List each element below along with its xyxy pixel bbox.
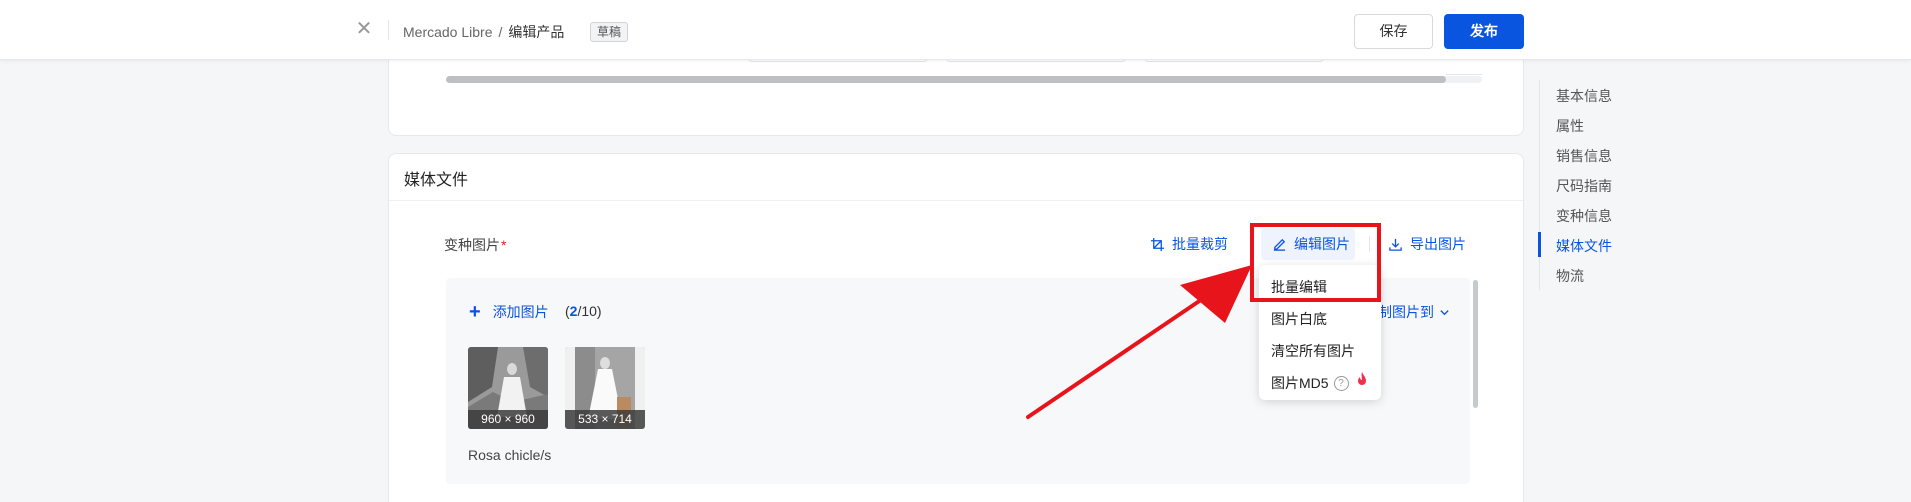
- count-rest: /10): [577, 303, 602, 319]
- export-images-button[interactable]: 导出图片: [1388, 234, 1466, 254]
- annotation-arrow-icon: [1026, 265, 1252, 419]
- download-icon: [1389, 238, 1402, 251]
- menu-item-image-md5[interactable]: 图片MD5 ?: [1271, 372, 1368, 393]
- top-bar: ✕ Mercado Libre / 编辑产品 草稿 保存 发布: [0, 0, 1911, 60]
- section-nav-active-indicator: [1538, 232, 1541, 257]
- crop-icon: [1150, 237, 1165, 251]
- batch-crop-label: 批量裁剪: [1172, 236, 1228, 252]
- close-icon[interactable]: ✕: [354, 17, 374, 41]
- variant-name: Rosa chicle/s: [468, 447, 552, 463]
- breadcrumb: Mercado Libre / 编辑产品: [403, 22, 564, 42]
- chevron-down-icon: [1440, 309, 1449, 315]
- flame-icon: [1357, 372, 1366, 385]
- image-count: (2/10): [565, 303, 602, 319]
- nav-item-sales-info[interactable]: 销售信息: [1556, 146, 1612, 166]
- vertical-scrollbar[interactable]: [1473, 280, 1478, 408]
- image-thumbnail[interactable]: 960 × 960: [468, 347, 548, 429]
- publish-button[interactable]: 发布: [1444, 14, 1524, 49]
- add-image-label: 添加图片: [492, 304, 549, 320]
- nav-item-size-guide[interactable]: 尺码指南: [1556, 176, 1612, 196]
- breadcrumb-store[interactable]: Mercado Libre: [403, 24, 493, 40]
- menu-item-white-background[interactable]: 图片白底: [1271, 309, 1327, 329]
- variant-images-label: 变种图片*: [444, 235, 506, 255]
- save-button[interactable]: 保存: [1354, 14, 1433, 49]
- add-image-button[interactable]: + 添加图片: [469, 302, 549, 322]
- image-dimensions: 960 × 960: [468, 410, 548, 429]
- copy-images-to-button[interactable]: 制图片到: [1378, 302, 1450, 322]
- image-thumbnail[interactable]: 533 × 714: [565, 347, 645, 429]
- nav-item-basic-info[interactable]: 基本信息: [1556, 86, 1612, 106]
- section-title: 媒体文件: [404, 172, 469, 189]
- header-divider: [388, 20, 389, 40]
- variant-images-label-text: 变种图片: [444, 237, 500, 253]
- nav-item-media-files[interactable]: 媒体文件: [1556, 236, 1612, 256]
- help-icon[interactable]: ?: [1333, 375, 1349, 391]
- section-nav-track: [1539, 80, 1540, 290]
- plus-icon: +: [469, 301, 481, 323]
- nav-item-logistics[interactable]: 物流: [1556, 266, 1584, 286]
- export-images-label: 导出图片: [1410, 236, 1466, 252]
- copy-images-to-label: 制图片到: [1378, 304, 1434, 320]
- highlight-box: [1250, 223, 1381, 302]
- image-dimensions: 533 × 714: [565, 410, 645, 429]
- nav-item-attributes[interactable]: 属性: [1556, 116, 1584, 136]
- required-mark: *: [501, 237, 507, 253]
- divider: [1446, 74, 1482, 75]
- menu-item-clear-all-images[interactable]: 清空所有图片: [1271, 341, 1355, 361]
- breadcrumb-separator: /: [498, 24, 503, 40]
- breadcrumb-current: 编辑产品: [508, 24, 565, 40]
- menu-item-image-md5-label: 图片MD5: [1271, 375, 1329, 391]
- batch-crop-button[interactable]: 批量裁剪: [1150, 234, 1228, 254]
- horizontal-scrollbar-thumb[interactable]: [446, 76, 1446, 83]
- divider: [389, 200, 1523, 201]
- status-badge: 草稿: [590, 22, 629, 42]
- nav-item-variant-info[interactable]: 变种信息: [1556, 206, 1612, 226]
